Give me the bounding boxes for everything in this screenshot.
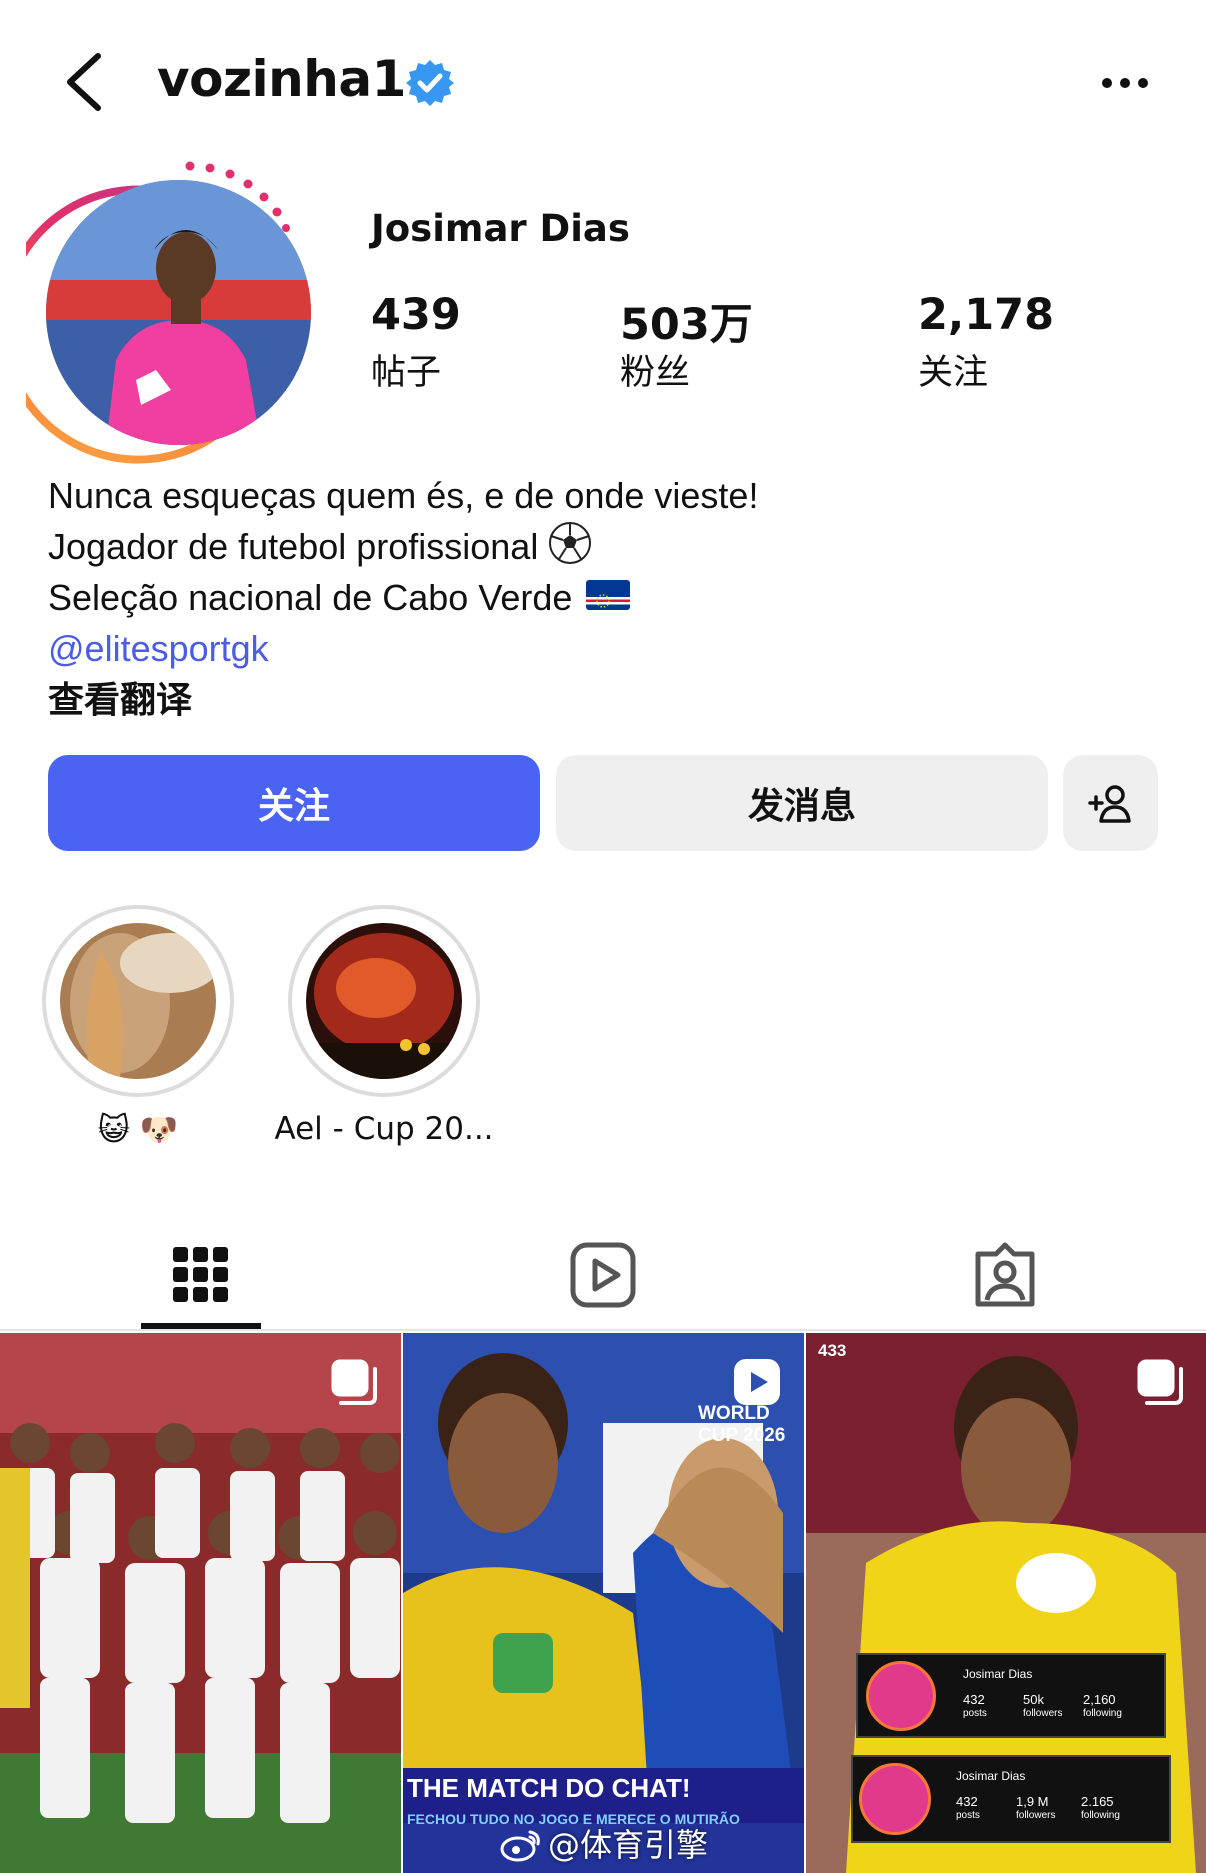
highlight-cover <box>60 923 216 1079</box>
card-following-label: following <box>1083 1708 1122 1719</box>
profile-username: vozinha1 <box>157 50 406 108</box>
reels-badge-icon <box>734 1359 780 1405</box>
cape-verde-flag-icon <box>586 580 631 610</box>
more-dots-icon[interactable] <box>1095 58 1155 108</box>
card-following: 2.165 <box>1081 1794 1114 1809</box>
card-followers-label: followers <box>1023 1708 1063 1719</box>
carousel-icon <box>1137 1359 1183 1405</box>
reels-icon <box>570 1242 636 1308</box>
profile-bio: Nunca esqueças quem és, e de onde vieste… <box>48 470 758 725</box>
card-following: 2,160 <box>1083 1692 1116 1707</box>
card-posts-label: posts <box>963 1708 987 1719</box>
follow-button[interactable]: 关注 <box>48 755 540 851</box>
stat-followers[interactable]: 503万 粉丝 <box>620 290 753 395</box>
soccer-ball-icon <box>549 522 592 564</box>
story-highlight[interactable]: 😺 🐶 <box>42 905 234 1148</box>
profile-card: Josimar Dias 432 posts 1,9 M followers 2… <box>851 1755 1171 1843</box>
card-followers: 1,9 M <box>1016 1794 1049 1809</box>
suggest-user-button[interactable] <box>1063 755 1158 851</box>
bio-line-2: Jogador de futebol profissional <box>48 521 758 572</box>
carousel-icon <box>331 1359 377 1405</box>
profile-card: Josimar Dias 432 posts 50k followers 2,1… <box>856 1653 1166 1738</box>
posts-count: 439 <box>371 290 461 340</box>
following-label: 关注 <box>918 353 989 393</box>
card-posts: 432 <box>956 1794 978 1809</box>
bio-line-2-text: Jogador de futebol profissional <box>48 526 539 567</box>
card-posts-label: posts <box>956 1810 980 1821</box>
bio-line-1: Nunca esqueças quem és, e de onde vieste… <box>48 475 759 516</box>
tab-tagged[interactable] <box>804 1220 1206 1330</box>
post-source-label: 433 <box>818 1341 847 1360</box>
profile-tabs <box>0 1220 1206 1331</box>
bio-line-3-text: Seleção nacional de Cabo Verde <box>48 577 573 618</box>
post-thumbnail[interactable]: 433 Josimar Dias 432 posts 50k followers… <box>806 1333 1206 1873</box>
followers-label: 粉丝 <box>620 353 691 393</box>
reel-badge: WORLD CUP 2026 <box>698 1403 786 1446</box>
card-avatar <box>866 1661 936 1731</box>
stat-following[interactable]: 2,178 关注 <box>918 290 1054 395</box>
post-image <box>0 1333 401 1873</box>
message-button[interactable]: 发消息 <box>556 755 1048 851</box>
story-highlight[interactable]: Ael - Cup 20... <box>274 905 494 1147</box>
highlight-label: 😺 🐶 <box>97 1112 179 1148</box>
reel-overlay-title: THE MATCH DO CHAT! <box>407 1773 691 1803</box>
card-name: Josimar Dias <box>963 1667 1033 1681</box>
bio-link[interactable]: @elitesportgk <box>48 623 758 674</box>
bio-line-3: Seleção nacional de Cabo Verde <box>48 572 758 623</box>
highlight-label: Ael - Cup 20... <box>274 1111 494 1147</box>
stat-posts[interactable]: 439 帖子 <box>371 290 461 395</box>
watermark-text: @体育引擎 <box>548 1826 709 1864</box>
card-followers: 50k <box>1023 1692 1044 1707</box>
watermark: @体育引擎 <box>500 1820 708 1866</box>
avatar-image <box>46 180 311 445</box>
weibo-icon <box>500 1830 540 1862</box>
card-name: Josimar Dias <box>956 1769 1026 1783</box>
add-user-icon <box>1087 785 1131 823</box>
posts-label: 帖子 <box>371 353 442 393</box>
card-following-label: following <box>1081 1810 1120 1821</box>
verified-badge-icon <box>406 60 454 106</box>
tagged-icon <box>975 1242 1035 1307</box>
profile-avatar[interactable] <box>26 158 311 464</box>
card-followers-label: followers <box>1016 1810 1056 1821</box>
highlight-ring <box>288 905 480 1097</box>
top-bar: vozinha1 <box>0 0 1206 160</box>
tab-divider <box>0 1329 1206 1331</box>
followers-count: 503万 <box>620 300 753 350</box>
chevron-left-icon[interactable] <box>58 50 118 114</box>
highlight-ring <box>42 905 234 1097</box>
following-count: 2,178 <box>918 290 1055 340</box>
post-thumbnail[interactable]: WORLD CUP 2026 THE MATCH DO CHAT! FECHOU… <box>403 1333 804 1873</box>
tab-reels[interactable] <box>402 1220 804 1330</box>
see-translation-link[interactable]: 查看翻译 <box>48 674 758 725</box>
card-avatar <box>859 1763 931 1835</box>
display-name: Josimar Dias <box>371 207 630 250</box>
card-posts: 432 <box>963 1692 985 1707</box>
post-thumbnail[interactable] <box>0 1333 401 1873</box>
posts-grid: WORLD CUP 2026 THE MATCH DO CHAT! FECHOU… <box>0 1333 1206 1873</box>
grid-icon <box>173 1247 228 1302</box>
tab-posts-grid[interactable] <box>0 1220 402 1330</box>
highlight-cover <box>306 923 462 1079</box>
